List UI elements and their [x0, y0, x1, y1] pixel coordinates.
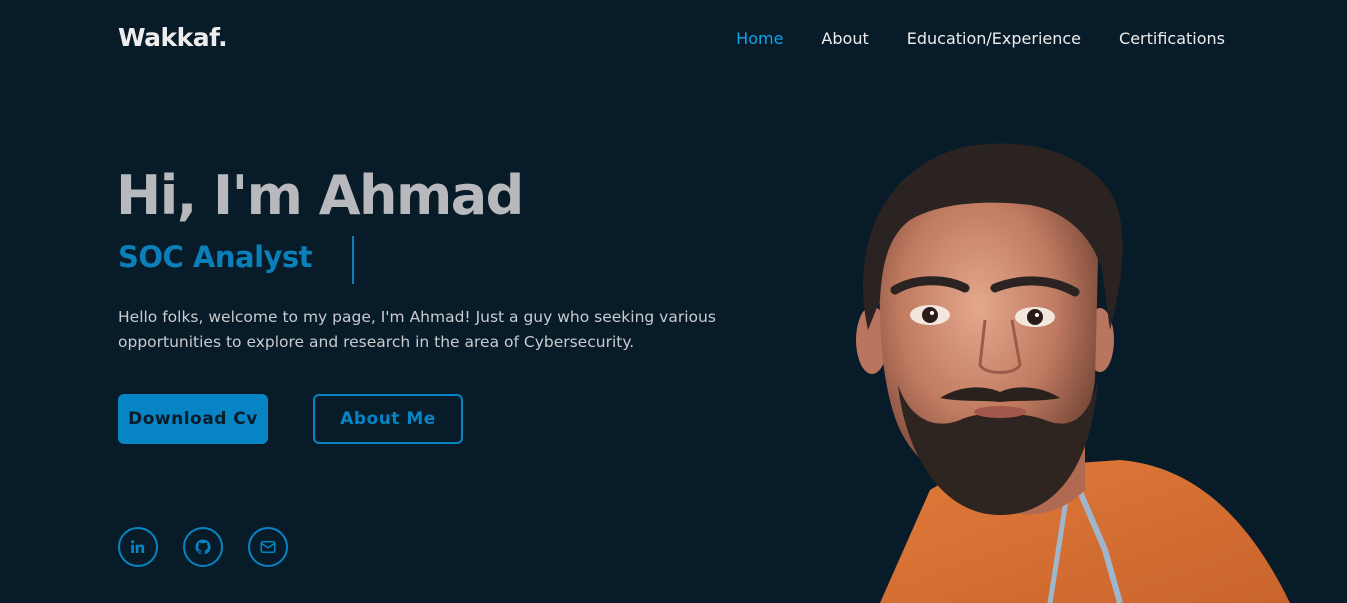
nav-certifications[interactable]: Certifications: [1119, 29, 1225, 48]
site-logo[interactable]: Wakkaf.: [118, 23, 228, 52]
nav-home[interactable]: Home: [736, 29, 783, 48]
nav-education-experience[interactable]: Education/Experience: [907, 29, 1081, 48]
hero-title: Hi, I'm Ahmad: [116, 164, 524, 227]
github-link[interactable]: [183, 527, 223, 567]
download-cv-button[interactable]: Download Cv: [118, 394, 268, 444]
nav-about[interactable]: About: [821, 29, 868, 48]
linkedin-icon: [131, 540, 145, 553]
main-nav: Home About Education/Experience Certific…: [698, 29, 1225, 48]
profile-portrait: [856, 143, 1290, 603]
mail-icon: [260, 541, 276, 553]
mail-link[interactable]: [248, 527, 288, 567]
github-icon: [195, 539, 211, 555]
linkedin-link[interactable]: [118, 527, 158, 567]
typing-cursor: [352, 236, 354, 284]
site-header: Wakkaf. Home About Education/Experience …: [0, 0, 1347, 78]
hero-description: Hello folks, welcome to my page, I'm Ahm…: [118, 308, 716, 351]
about-me-button[interactable]: About Me: [313, 394, 463, 444]
hero-role: SOC Analyst: [118, 240, 313, 274]
page: Wakkaf. Home About Education/Experience …: [0, 0, 1347, 603]
